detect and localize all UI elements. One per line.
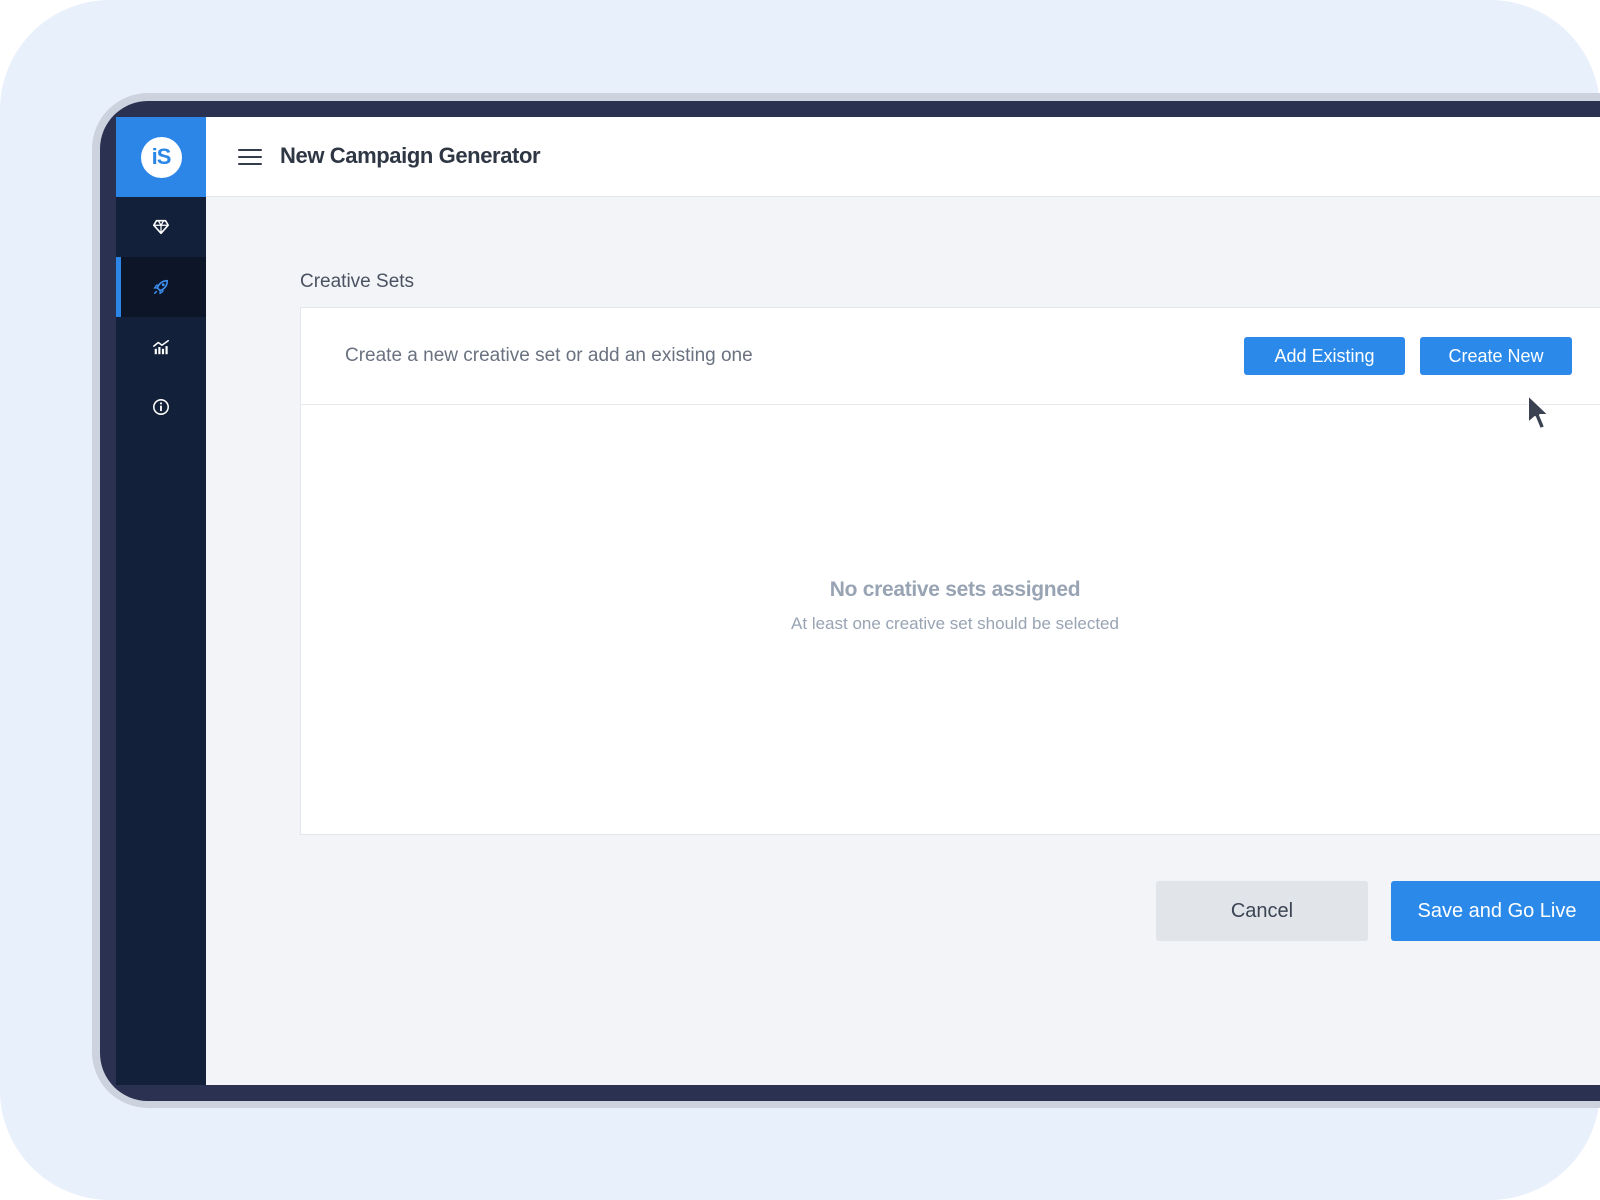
brand-logo[interactable]: iS — [140, 136, 182, 178]
brand-header: iS — [116, 117, 206, 197]
page-title: New Campaign Generator — [280, 143, 541, 168]
create-new-button[interactable]: Create New — [1420, 337, 1572, 375]
creative-sets-panel: Create a new creative set or add an exis… — [300, 307, 1600, 835]
sidebar-item-diamond[interactable] — [116, 197, 206, 257]
device-frame: iS New Campaign Generator Creative Sets … — [92, 93, 1600, 1108]
mouse-pointer-icon — [1527, 394, 1550, 430]
background-canvas: iS New Campaign Generator Creative Sets … — [0, 0, 1600, 1200]
creative-sets-toolbar: Create a new creative set or add an exis… — [301, 308, 1600, 405]
sidebar-item-analytics[interactable] — [116, 317, 206, 377]
chart-icon — [153, 339, 169, 355]
creative-sets-label: Creative Sets — [300, 271, 415, 292]
info-icon — [153, 399, 169, 415]
app-screen: iS New Campaign Generator Creative Sets … — [116, 117, 1600, 1085]
sidebar-item-campaigns[interactable] — [116, 257, 206, 317]
menu-icon-bar — [238, 156, 262, 158]
diamond-icon — [152, 219, 170, 235]
menu-icon-bar — [238, 149, 262, 151]
sidebar: iS — [116, 117, 206, 1085]
creative-sets-hint: Create a new creative set or add an exis… — [345, 345, 753, 366]
menu-icon-bar — [238, 163, 262, 165]
empty-state-title: No creative sets assigned — [829, 578, 1081, 601]
empty-state-subtitle: At least one creative set should be sele… — [791, 614, 1119, 633]
save-and-go-live-button[interactable]: Save and Go Live — [1391, 881, 1600, 941]
device-bezel: iS New Campaign Generator Creative Sets … — [100, 101, 1600, 1101]
cancel-button[interactable]: Cancel — [1156, 881, 1368, 941]
top-bar: New Campaign Generator — [206, 117, 1600, 197]
rocket-icon — [153, 279, 169, 295]
menu-toggle-button[interactable] — [238, 146, 262, 168]
add-existing-button[interactable]: Add Existing — [1244, 337, 1405, 375]
sidebar-item-info[interactable] — [116, 377, 206, 437]
